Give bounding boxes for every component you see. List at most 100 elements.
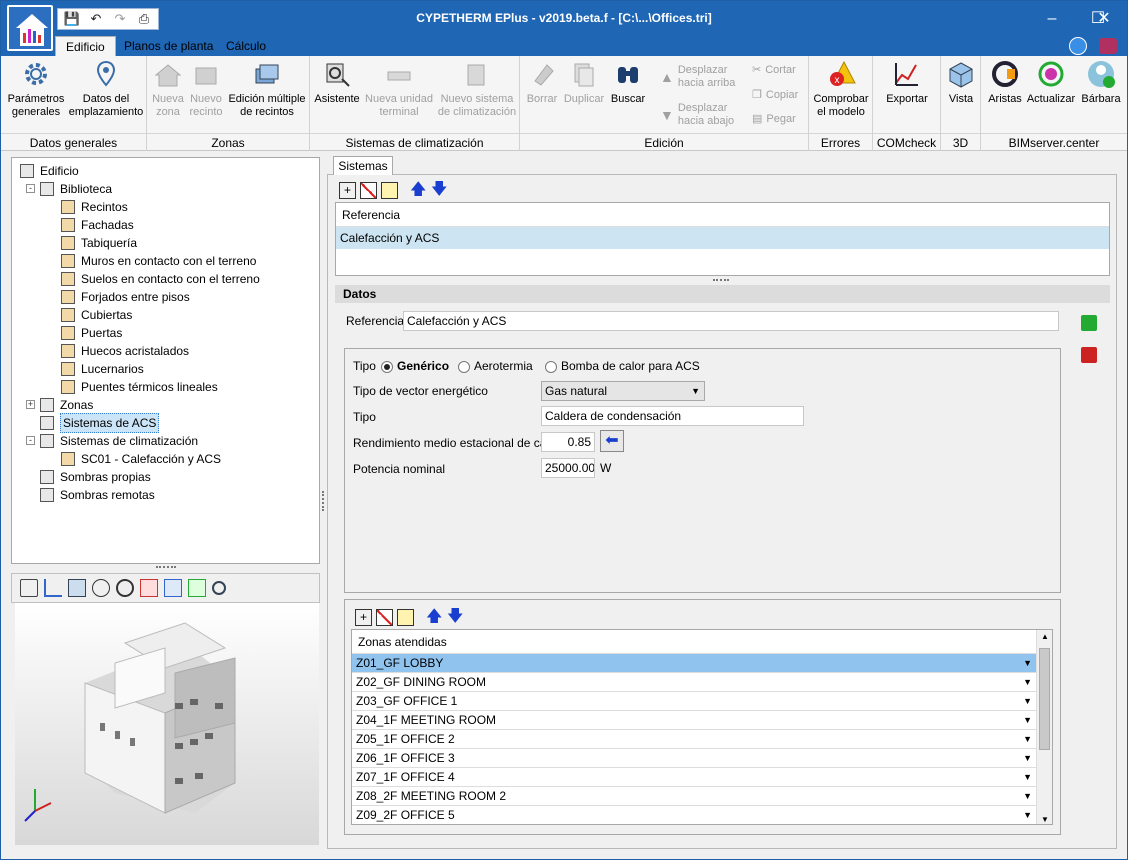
tree-item[interactable]: Muros en contacto con el terreno [61, 252, 256, 270]
tipo2-input[interactable]: Caldera de condensación [541, 406, 804, 426]
desplazar-arriba-button[interactable]: ▲ Desplazar hacia arriba [660, 64, 735, 90]
copiar-button[interactable]: ❐ Copiar [752, 89, 798, 102]
asistente-button[interactable]: Asistente [312, 59, 362, 106]
add-icon[interactable]: + [339, 182, 356, 199]
tree-item[interactable]: Puentes térmicos lineales [61, 378, 218, 396]
tree-item[interactable]: Puertas [61, 324, 122, 342]
expand-icon[interactable]: + [26, 400, 35, 409]
chevron-down-icon[interactable]: ▼ [1023, 787, 1032, 806]
rendimiento-input[interactable]: 0.85 [541, 432, 595, 452]
zoom-icon[interactable] [212, 581, 226, 595]
edicion-multiple-button[interactable]: Edición múltiple de recintos [225, 59, 309, 119]
desplazar-abajo-button[interactable]: ▼ Desplazar hacia abajo [660, 102, 734, 128]
pegar-button[interactable]: ▤ Pegar [752, 113, 796, 126]
delete-icon[interactable] [376, 609, 393, 626]
scrollbar[interactable]: ▲ ▼ [1036, 630, 1052, 824]
comprobar-modelo-button[interactable]: x Comprobar el modelo [811, 59, 871, 119]
layers-icon[interactable] [20, 579, 38, 597]
redo-icon[interactable]: ↷ [110, 10, 130, 28]
eye-icon[interactable] [116, 579, 134, 597]
tree-item[interactable]: Cubiertas [61, 306, 132, 324]
tree-item[interactable]: Edificio [20, 162, 79, 180]
chevron-down-icon[interactable]: ▼ [1023, 692, 1032, 711]
move-down-icon[interactable]: 🡇 [447, 609, 464, 626]
borrar-button[interactable]: Borrar [522, 59, 562, 106]
collapse-icon[interactable]: - [26, 436, 35, 445]
vertical-splitter[interactable] [322, 491, 325, 511]
tree-item[interactable]: Biblioteca [40, 180, 112, 198]
chevron-down-icon[interactable]: ▼ [1023, 768, 1032, 787]
tree-item[interactable]: SC01 - Calefacción y ACS [61, 450, 221, 468]
copy-icon[interactable] [381, 182, 398, 199]
tree-item[interactable]: Zonas [40, 396, 93, 414]
radio-generico[interactable]: Genérico [381, 359, 449, 373]
nuevo-sistema-button[interactable]: Nuevo sistema de climatización [436, 59, 518, 119]
tree-item[interactable]: Huecos acristalados [61, 342, 189, 360]
tree-item[interactable]: Fachadas [61, 216, 134, 234]
tree-item[interactable]: Recintos [61, 198, 128, 216]
tab-planos-de-planta[interactable]: Planos de planta [114, 36, 223, 56]
actualizar-button[interactable]: Actualizar [1025, 59, 1077, 106]
move-down-icon[interactable]: 🡇 [431, 182, 448, 199]
undo-icon[interactable]: ↶ [86, 10, 106, 28]
tab-calculo[interactable]: Cálculo [216, 36, 276, 56]
tree-item[interactable]: Sistemas de ACS [40, 413, 160, 433]
tree-item[interactable]: Lucernarios [61, 360, 144, 378]
potencia-input[interactable]: 25000.00 [541, 458, 595, 478]
exportar-button[interactable]: Exportar [877, 59, 937, 106]
elevation-icon[interactable] [188, 579, 206, 597]
chevron-down-icon[interactable]: ▼ [1023, 673, 1032, 692]
table-row[interactable]: Z09_2F OFFICE 5 ▼ [352, 806, 1036, 824]
user-barbara-button[interactable]: Bárbara [1077, 59, 1125, 106]
tree-item[interactable]: Sistemas de climatización [40, 432, 198, 450]
cancel-icon[interactable] [1081, 347, 1097, 363]
table-row[interactable]: Z06_1F OFFICE 3 ▼ [352, 749, 1036, 768]
globe-icon[interactable] [1069, 37, 1087, 55]
table-row[interactable]: Z02_GF DINING ROOM ▼ [352, 673, 1036, 692]
print-icon[interactable]: ⎙ [134, 10, 154, 28]
copy-icon[interactable] [397, 609, 414, 626]
table-row[interactable]: Z07_1F OFFICE 4 ▼ [352, 768, 1036, 787]
orbit-icon[interactable] [92, 579, 110, 597]
tree-item[interactable]: Sombras remotas [40, 486, 155, 504]
table-row[interactable]: Z08_2F MEETING ROOM 2 ▼ [352, 787, 1036, 806]
tab-edificio[interactable]: Edificio [55, 36, 116, 56]
move-up-icon[interactable]: 🡅 [426, 609, 443, 626]
scroll-up-icon[interactable]: ▲ [1041, 632, 1049, 641]
tree-item[interactable]: Forjados entre pisos [61, 288, 190, 306]
move-up-icon[interactable]: 🡅 [410, 182, 427, 199]
delete-icon[interactable] [360, 182, 377, 199]
table-row[interactable]: Z03_GF OFFICE 1 ▼ [352, 692, 1036, 711]
chevron-down-icon[interactable]: ▼ [1023, 711, 1032, 730]
chevron-down-icon[interactable]: ▼ [1023, 730, 1032, 749]
table-row[interactable]: Z05_1F OFFICE 2 ▼ [352, 730, 1036, 749]
radio-bomba-calor[interactable]: Bomba de calor para ACS [545, 359, 700, 373]
cortar-button[interactable]: ✂ Cortar [752, 64, 796, 77]
radio-aerotermia[interactable]: Aerotermia [458, 359, 533, 373]
buscar-button[interactable]: Buscar [606, 59, 650, 106]
tree-item[interactable]: Suelos en contacto con el terreno [61, 270, 260, 288]
scroll-down-icon[interactable]: ▼ [1041, 815, 1049, 824]
app-logo-icon[interactable] [7, 5, 53, 51]
collapse-icon[interactable]: - [26, 184, 35, 193]
tree-item[interactable]: Sombras propias [40, 468, 151, 486]
section-icon[interactable] [140, 579, 158, 597]
close-button[interactable]: ✕ [1081, 1, 1127, 36]
add-icon[interactable]: + [355, 609, 372, 626]
minimize-button[interactable]: – [1029, 1, 1075, 36]
chevron-down-icon[interactable]: ▼ [1023, 654, 1032, 673]
referencia-input[interactable]: Calefacción y ACS [403, 311, 1059, 331]
duplicar-button[interactable]: Duplicar [562, 59, 606, 106]
vector-select[interactable]: Gas natural ▼ [541, 381, 705, 401]
accept-icon[interactable] [1081, 315, 1097, 331]
scrollbar-thumb[interactable] [1039, 648, 1050, 750]
cube-view-icon[interactable] [68, 579, 86, 597]
axes-icon[interactable] [44, 579, 62, 597]
aristas-button[interactable]: Aristas [985, 59, 1025, 106]
splitter-handle[interactable] [156, 566, 176, 569]
vista-button[interactable]: Vista [943, 59, 979, 106]
chevron-down-icon[interactable]: ▼ [1023, 806, 1032, 824]
splitter-handle[interactable] [713, 279, 729, 281]
table-row[interactable]: Z04_1F MEETING ROOM ▼ [352, 711, 1036, 730]
tab-sistemas[interactable]: Sistemas [333, 156, 393, 175]
